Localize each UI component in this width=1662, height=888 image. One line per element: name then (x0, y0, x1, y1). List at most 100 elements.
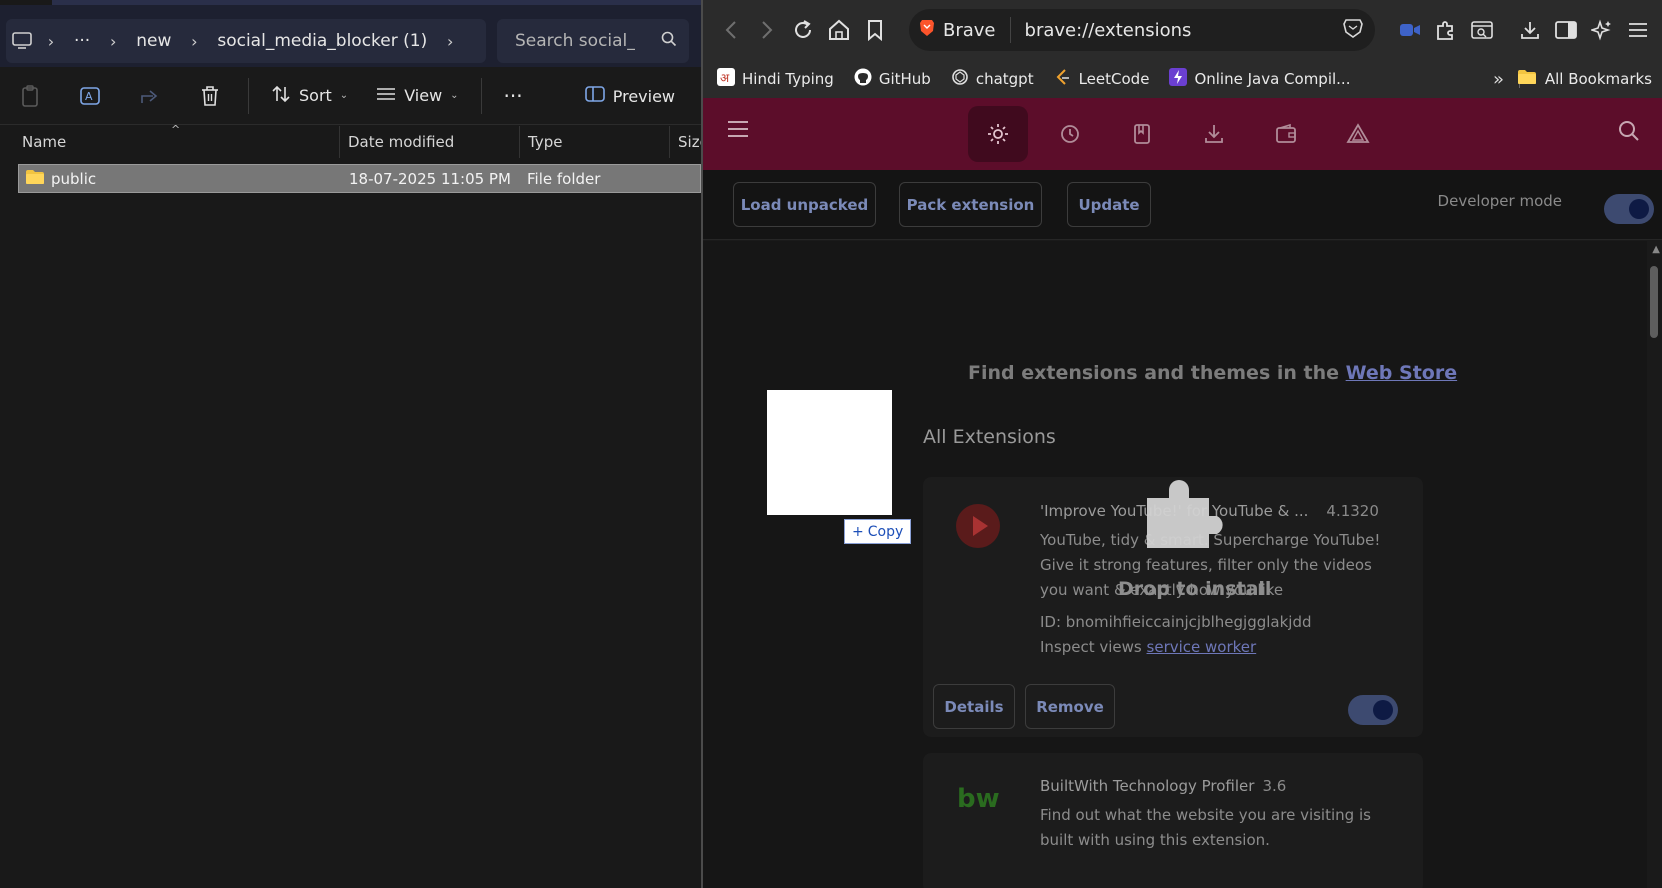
bookmark-hindi-typing[interactable]: अ Hindi Typing (703, 68, 844, 90)
extensions-puzzle-icon[interactable] (1428, 12, 1464, 48)
leo-ai-sparkle-icon[interactable] (1584, 12, 1620, 48)
column-header-date[interactable]: Date modified (340, 126, 520, 158)
bookmark-icon[interactable] (857, 12, 893, 48)
tab-settings[interactable] (968, 106, 1028, 162)
more-options-button[interactable]: ··· (490, 67, 537, 125)
file-row[interactable]: public 18-07-2025 11:05 PM File folder (18, 164, 701, 193)
search-icon[interactable] (661, 31, 677, 52)
bookmark-chatgpt[interactable]: chatgpt (941, 68, 1044, 90)
paste-icon[interactable] (0, 67, 60, 125)
url-text: brave://extensions (1024, 19, 1192, 41)
webstore-link[interactable]: Web Store (1346, 362, 1457, 384)
bookmark-online-java-compiler[interactable]: Online Java Compil... (1159, 68, 1360, 90)
brave-rewards-icon[interactable] (1343, 18, 1363, 43)
downloads-icon[interactable] (1512, 12, 1548, 48)
file-explorer-window: › ··· › new › social_media_blocker (1) ›… (0, 0, 701, 888)
webstore-prompt: Find extensions and themes in the Web St… (968, 362, 1457, 384)
search-icon[interactable] (1618, 120, 1640, 146)
breadcrumb-more[interactable]: ··· (64, 31, 100, 51)
home-icon[interactable] (821, 12, 857, 48)
file-name-cell: public (19, 169, 341, 189)
youtube-play-icon (955, 503, 1001, 553)
breadcrumb[interactable]: › ··· › new › social_media_blocker (1) › (6, 19, 486, 63)
main-menu-icon[interactable] (1620, 12, 1656, 48)
chatgpt-icon (951, 68, 969, 90)
sort-button[interactable]: Sort ⌄ (257, 67, 362, 125)
copy-label: Copy (867, 523, 904, 540)
inspect-prefix: Inspect views (1040, 638, 1142, 656)
address-bar[interactable]: Brave brave://extensions (909, 9, 1375, 51)
tab-downloads[interactable] (1184, 106, 1244, 162)
bookmark-label: GitHub (878, 70, 931, 88)
service-worker-link[interactable]: service worker (1147, 638, 1257, 656)
developer-mode-toggle[interactable] (1604, 194, 1654, 224)
bookmark-label: Online Java Compil... (1194, 70, 1351, 88)
delete-icon[interactable] (180, 67, 240, 125)
reload-icon[interactable] (785, 12, 821, 48)
bookmark-label: chatgpt (975, 70, 1034, 88)
pack-extension-button[interactable]: Pack extension (899, 182, 1042, 227)
details-button[interactable]: Details (933, 684, 1015, 729)
brave-shield-button[interactable]: Brave (909, 17, 1011, 43)
browser-actions (1392, 0, 1656, 60)
extension-inspect-views: Inspect views service worker (1040, 635, 1256, 660)
extension-version: 4.1320 (1326, 502, 1379, 520)
tab-wallet[interactable] (1256, 106, 1316, 162)
rename-icon[interactable]: A (60, 67, 120, 125)
tab-history[interactable] (1040, 106, 1100, 162)
extension-enable-toggle[interactable] (1348, 695, 1398, 725)
sort-label: Sort (299, 86, 332, 105)
chevron-right-icon[interactable]: › (437, 32, 463, 51)
column-header-name[interactable]: Name (0, 126, 340, 158)
scroll-up-arrow-icon[interactable]: ▲ (1652, 244, 1660, 255)
drag-preview-thumbnail (767, 390, 892, 515)
preview-pane-icon (584, 86, 605, 106)
bookmark-leetcode[interactable]: LeetCode (1044, 68, 1160, 90)
leetcode-icon (1054, 68, 1072, 90)
remove-button[interactable]: Remove (1025, 684, 1115, 729)
chevron-right-icon[interactable]: › (100, 32, 126, 51)
hamburger-menu-icon[interactable] (727, 120, 749, 142)
view-button[interactable]: View ⌄ (362, 67, 472, 125)
builtwith-logo-icon: bw (957, 783, 1001, 817)
settings-nav-tabs (968, 106, 1388, 162)
bookmarks-overflow-button[interactable]: » (1493, 60, 1504, 98)
explorer-search-input[interactable]: Search social_m (497, 19, 689, 63)
extension-name-text: BuiltWith Technology Profiler (1040, 777, 1255, 795)
folder-icon (1517, 69, 1537, 89)
this-pc-icon[interactable] (6, 32, 38, 50)
share-icon[interactable] (120, 67, 180, 125)
back-icon[interactable] (713, 12, 749, 48)
view-label: View (404, 86, 443, 105)
sidebar-toggle-icon[interactable] (1548, 12, 1584, 48)
chevron-right-icon[interactable]: › (181, 32, 207, 51)
bookmark-label: Hindi Typing (742, 70, 834, 88)
explorer-command-bar: A Sort ⌄ View ⌄ ··· Preview (0, 67, 701, 125)
extension-description: Find out what the website you are visiti… (1040, 806, 1371, 849)
settings-header (703, 98, 1662, 170)
screenshot-search-icon[interactable] (1464, 12, 1500, 48)
column-header-size[interactable]: Size (670, 126, 701, 158)
breadcrumb-segment-new[interactable]: new (126, 31, 181, 51)
svg-text:A: A (85, 90, 93, 103)
svg-text:अ: अ (720, 71, 730, 85)
chevron-right-icon[interactable]: › (38, 32, 64, 51)
video-call-icon[interactable] (1392, 12, 1428, 48)
toolbar-divider (480, 77, 482, 114)
tab-rewards[interactable] (1328, 106, 1388, 162)
column-header-type[interactable]: Type (520, 126, 670, 158)
bookmark-github[interactable]: GitHub (844, 68, 941, 90)
extensions-toolbar: Load unpacked Pack extension Update Deve… (703, 170, 1662, 240)
update-button[interactable]: Update (1067, 182, 1151, 227)
forward-icon[interactable] (749, 12, 785, 48)
brand-label: Brave (943, 19, 996, 41)
breadcrumb-segment-folder[interactable]: social_media_blocker (1) (207, 31, 437, 51)
preview-button[interactable]: Preview (584, 67, 675, 125)
all-bookmarks-button[interactable]: All Bookmarks (1517, 60, 1652, 98)
scrollbar-thumb[interactable] (1650, 266, 1658, 338)
all-bookmarks-label: All Bookmarks (1544, 70, 1652, 88)
tab-bookmarks[interactable] (1112, 106, 1172, 162)
load-unpacked-button[interactable]: Load unpacked (733, 182, 876, 227)
extension-name: BuiltWith Technology Profiler 3.6 (1040, 777, 1286, 795)
sort-icon (271, 85, 291, 107)
